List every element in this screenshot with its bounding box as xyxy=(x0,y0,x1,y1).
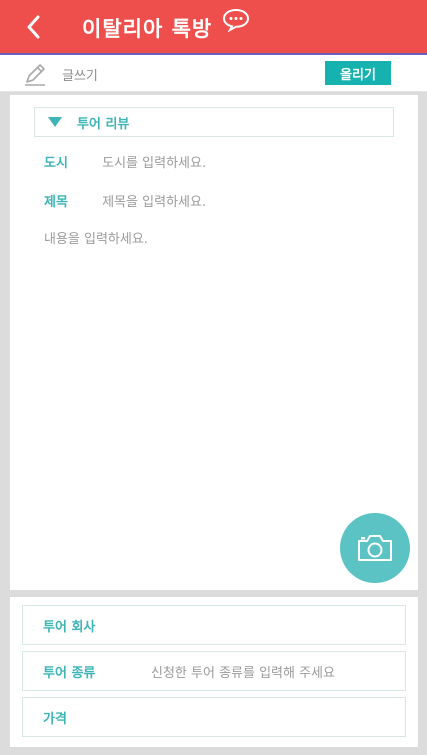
price-label: 가격 xyxy=(43,711,67,727)
city-label: 도시 xyxy=(44,156,68,171)
page-title: 이탈리아 톡방 xyxy=(82,17,213,41)
camera-icon xyxy=(358,535,392,561)
city-input[interactable]: 도시를 입력하세요. xyxy=(102,156,206,171)
toolbar: 글쓰기 올리기 xyxy=(0,55,427,92)
subject-label: 제목 xyxy=(44,195,68,210)
tour-type-label: 투어 종류 xyxy=(43,665,96,681)
chevron-left-icon xyxy=(27,15,40,39)
write-label: 글쓰기 xyxy=(62,69,98,84)
post-editor: 투어 리뷰 도시 도시를 입력하세요. 제목 제목을 입력하세요. 내용을 입력… xyxy=(10,95,418,590)
speech-bubble-icon xyxy=(222,8,250,32)
tour-type-field[interactable]: 투어 종류 신청한 투어 종류를 입력해 주세요 xyxy=(22,651,406,691)
upload-button[interactable]: 올리기 xyxy=(325,61,391,85)
price-field[interactable]: 가격 xyxy=(22,697,406,737)
tour-company-field[interactable]: 투어 회사 xyxy=(22,605,406,645)
content-textarea[interactable]: 내용을 입력하세요. xyxy=(44,228,148,247)
triangle-down-icon xyxy=(48,117,62,127)
subject-field[interactable]: 제목 제목을 입력하세요. xyxy=(44,191,206,210)
tour-company-label: 투어 회사 xyxy=(43,619,96,635)
tour-details: 투어 회사 투어 종류 신청한 투어 종류를 입력해 주세요 가격 xyxy=(10,597,418,747)
category-dropdown[interactable]: 투어 리뷰 xyxy=(34,107,394,137)
city-field[interactable]: 도시 도시를 입력하세요. xyxy=(44,152,206,171)
camera-button[interactable] xyxy=(340,513,410,583)
category-selected: 투어 리뷰 xyxy=(77,116,130,132)
app-header: 이탈리아 톡방 xyxy=(0,0,427,55)
subject-input[interactable]: 제목을 입력하세요. xyxy=(102,195,206,210)
pencil-icon xyxy=(25,64,45,86)
back-button[interactable] xyxy=(18,10,48,44)
tour-type-input[interactable]: 신청한 투어 종류를 입력해 주세요 xyxy=(151,662,335,681)
